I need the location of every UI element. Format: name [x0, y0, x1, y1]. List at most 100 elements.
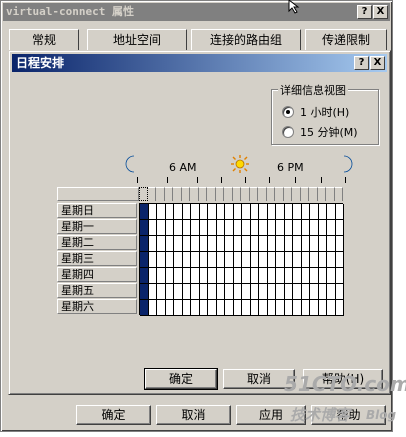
schedule-cell[interactable]	[174, 268, 183, 284]
schedule-cell[interactable]	[284, 268, 293, 284]
schedule-cell[interactable]	[318, 268, 327, 284]
schedule-cell[interactable]	[242, 220, 251, 236]
day-row-saturday[interactable]: 星期六	[57, 299, 137, 314]
schedule-cell[interactable]	[318, 204, 327, 220]
schedule-cell[interactable]	[327, 300, 336, 316]
schedule-cell[interactable]	[233, 284, 242, 300]
schedule-cell[interactable]	[157, 252, 166, 268]
schedule-cell[interactable]	[327, 204, 336, 220]
schedule-cell[interactable]	[250, 268, 259, 284]
schedule-cell[interactable]	[301, 300, 310, 316]
schedule-cell[interactable]	[140, 300, 149, 316]
schedule-cell[interactable]	[276, 220, 285, 236]
hour-header-cell[interactable]	[309, 187, 318, 201]
schedule-cell[interactable]	[318, 252, 327, 268]
schedule-cell[interactable]	[301, 284, 310, 300]
schedule-cell[interactable]	[208, 204, 217, 220]
schedule-cell[interactable]	[276, 204, 285, 220]
schedule-cell[interactable]	[242, 284, 251, 300]
schedule-cell[interactable]	[140, 252, 149, 268]
hour-header-cell[interactable]	[292, 187, 301, 201]
schedule-cell[interactable]	[208, 252, 217, 268]
schedule-cell[interactable]	[216, 220, 225, 236]
schedule-cell[interactable]	[216, 300, 225, 316]
schedule-grid[interactable]: 星期日 星期一 星期二 星期三 星期四 星期五 星期六	[57, 187, 345, 316]
schedule-cell[interactable]	[148, 236, 157, 252]
schedule-cell[interactable]	[301, 236, 310, 252]
schedule-cell[interactable]	[199, 236, 208, 252]
schedule-cell[interactable]	[242, 268, 251, 284]
schedule-cell[interactable]	[233, 268, 242, 284]
schedule-cell[interactable]	[318, 220, 327, 236]
schedule-cell[interactable]	[157, 300, 166, 316]
schedule-cell[interactable]	[335, 252, 344, 268]
schedule-cell[interactable]	[225, 300, 234, 316]
hour-header-cell[interactable]	[164, 187, 173, 201]
schedule-cell[interactable]	[250, 236, 259, 252]
schedule-cell[interactable]	[276, 300, 285, 316]
schedule-cell[interactable]	[259, 252, 268, 268]
tab-connected-routing-groups[interactable]: 连接的路由组	[191, 29, 301, 51]
radio-15-minutes[interactable]: 15 分钟(M)	[282, 124, 358, 140]
schedule-cell[interactable]	[293, 268, 302, 284]
schedule-cell[interactable]	[259, 220, 268, 236]
schedule-cell[interactable]	[182, 252, 191, 268]
schedule-cell[interactable]	[284, 204, 293, 220]
schedule-cell[interactable]	[191, 268, 200, 284]
schedule-cell[interactable]	[250, 204, 259, 220]
schedule-cell[interactable]	[310, 220, 319, 236]
schedule-cell[interactable]	[157, 236, 166, 252]
schedule-cell[interactable]	[199, 284, 208, 300]
schedule-cell[interactable]	[259, 284, 268, 300]
schedule-cell[interactable]	[148, 300, 157, 316]
tab-delivery-restrictions[interactable]: 传递限制	[305, 29, 387, 51]
hour-header-cell[interactable]	[207, 187, 216, 201]
schedule-cell[interactable]	[335, 268, 344, 284]
schedule-cell[interactable]	[327, 268, 336, 284]
schedule-cell[interactable]	[293, 252, 302, 268]
schedule-cell[interactable]	[216, 236, 225, 252]
hour-header-cell[interactable]	[190, 187, 199, 201]
schedule-cell[interactable]	[191, 220, 200, 236]
dialog-close-button[interactable]: X	[370, 56, 385, 70]
radio-15-minutes-button[interactable]	[282, 126, 294, 138]
day-row-wednesday[interactable]: 星期三	[57, 251, 137, 266]
schedule-cell[interactable]	[327, 284, 336, 300]
hour-header-cell[interactable]	[139, 187, 148, 201]
schedule-cell[interactable]	[174, 220, 183, 236]
schedule-cell[interactable]	[191, 284, 200, 300]
schedule-cell[interactable]	[182, 204, 191, 220]
hour-header-cell[interactable]	[275, 187, 284, 201]
schedule-cell[interactable]	[242, 300, 251, 316]
schedule-cell[interactable]	[250, 284, 259, 300]
tab-address-space[interactable]: 地址空间	[87, 29, 187, 51]
hour-header-cell[interactable]	[283, 187, 292, 201]
schedule-cell[interactable]	[157, 268, 166, 284]
schedule-cell[interactable]	[259, 236, 268, 252]
schedule-cell[interactable]	[191, 300, 200, 316]
schedule-cell[interactable]	[208, 236, 217, 252]
schedule-cell[interactable]	[335, 204, 344, 220]
schedule-cell[interactable]	[216, 268, 225, 284]
tab-general[interactable]: 常规	[9, 29, 79, 51]
day-row-tuesday[interactable]: 星期二	[57, 235, 137, 250]
hour-header-cell[interactable]	[224, 187, 233, 201]
hour-header-cell[interactable]	[156, 187, 165, 201]
schedule-cell[interactable]	[310, 284, 319, 300]
schedule-cell[interactable]	[208, 268, 217, 284]
schedule-cell[interactable]	[174, 236, 183, 252]
schedule-cell[interactable]	[276, 236, 285, 252]
schedule-cell[interactable]	[225, 204, 234, 220]
radio-1-hour-button[interactable]	[282, 106, 294, 118]
dialog-ok-button[interactable]: 确定	[144, 368, 218, 390]
schedule-cell[interactable]	[293, 300, 302, 316]
day-row-monday[interactable]: 星期一	[57, 219, 137, 234]
hour-header-cell[interactable]	[147, 187, 156, 201]
schedule-cell[interactable]	[199, 220, 208, 236]
schedule-cell[interactable]	[310, 268, 319, 284]
schedule-cell[interactable]	[199, 252, 208, 268]
schedule-cell[interactable]	[225, 236, 234, 252]
schedule-cell[interactable]	[284, 252, 293, 268]
schedule-cell[interactable]	[233, 252, 242, 268]
schedule-cell[interactable]	[165, 300, 174, 316]
